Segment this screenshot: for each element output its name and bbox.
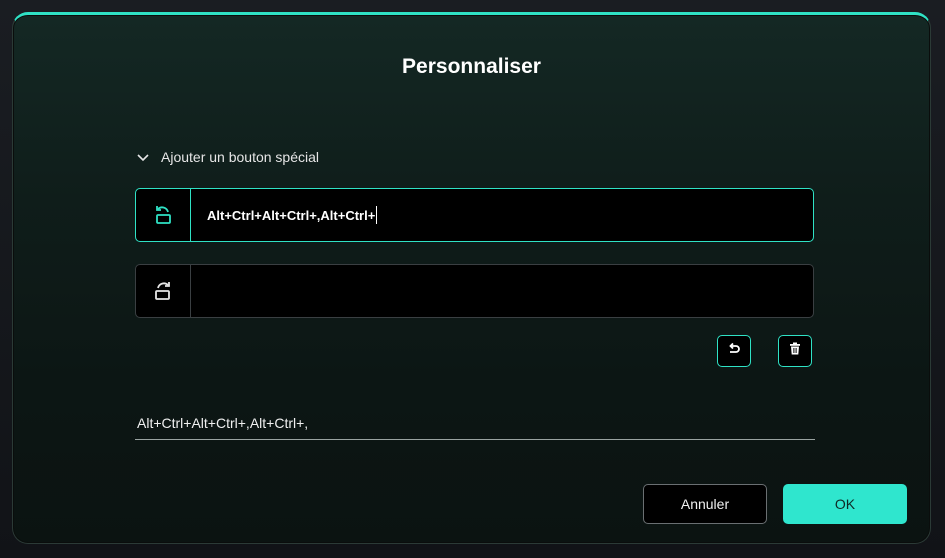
- trash-icon: [789, 342, 801, 360]
- text-caret: [376, 206, 378, 224]
- rotate-left-icon: [136, 189, 191, 241]
- special-button-toggle[interactable]: Ajouter un bouton spécial: [135, 149, 319, 165]
- key-input-rotate-left[interactable]: Alt+Ctrl+Alt+Ctrl+,Alt+Ctrl+: [191, 189, 813, 241]
- key-input-value: Alt+Ctrl+Alt+Ctrl+,Alt+Ctrl+: [207, 207, 376, 223]
- dialog-title: Personnaliser: [402, 55, 541, 78]
- customize-dialog: Personnaliser Ajouter un bouton spécial …: [12, 12, 931, 544]
- undo-icon: [727, 342, 741, 361]
- section-label: Ajouter un bouton spécial: [161, 149, 319, 165]
- shortcut-summary: Alt+Ctrl+Alt+Ctrl+,Alt+Ctrl+,: [137, 415, 309, 431]
- key-row-rotate-right[interactable]: [135, 264, 814, 318]
- delete-button[interactable]: [778, 335, 812, 367]
- chevron-down-icon: [135, 149, 151, 165]
- rotate-right-icon: [136, 265, 191, 317]
- key-row-rotate-left[interactable]: Alt+Ctrl+Alt+Ctrl+,Alt+Ctrl+: [135, 188, 814, 242]
- key-input-rotate-right[interactable]: [191, 265, 813, 317]
- ok-button[interactable]: OK: [783, 484, 907, 524]
- cancel-button[interactable]: Annuler: [643, 484, 767, 524]
- undo-button[interactable]: [717, 335, 751, 367]
- summary-underline: [135, 439, 815, 440]
